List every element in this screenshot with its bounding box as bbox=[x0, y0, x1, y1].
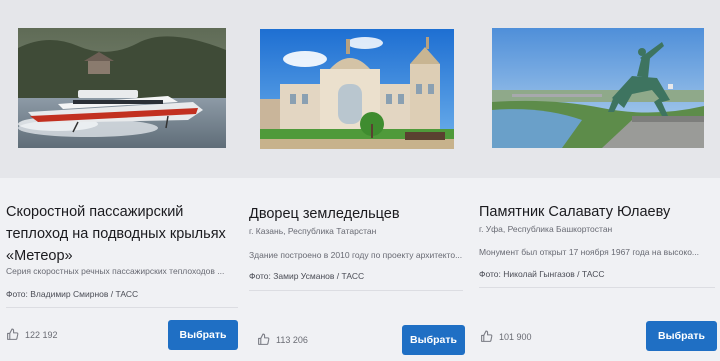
photo-area bbox=[240, 0, 468, 178]
thumbs-up-icon bbox=[257, 333, 270, 346]
select-button[interactable]: Выбрать bbox=[402, 325, 465, 355]
card-description: Монумент был открыт 17 ноября 1967 года … bbox=[479, 247, 699, 257]
likes-counter[interactable]: 122 192 bbox=[6, 328, 58, 341]
card-monument: Памятник Салавату Юлаеву г. Уфа, Республ… bbox=[468, 0, 720, 361]
card-description: Здание построено в 2010 году по проекту … bbox=[249, 250, 463, 260]
photo-palace bbox=[260, 29, 454, 149]
likes-count: 101 900 bbox=[499, 331, 532, 342]
thumbs-up-icon bbox=[480, 330, 493, 343]
photo-credit: Фото: Владимир Смирнов / ТАСС bbox=[6, 289, 139, 299]
card-title: Дворец земледельцев bbox=[249, 206, 400, 222]
photo-credit: Фото: Замир Усманов / ТАСС bbox=[249, 271, 365, 281]
card-meteor: Скоростной пассажирский теплоход на подв… bbox=[0, 0, 240, 361]
card-palace: Дворец земледельцев г. Казань, Республик… bbox=[240, 0, 468, 361]
card-title: Скоростной пассажирский теплоход на подв… bbox=[6, 204, 226, 264]
select-button[interactable]: Выбрать bbox=[646, 321, 717, 351]
photo-credit: Фото: Николай Гынгазов / ТАСС bbox=[479, 269, 605, 279]
card-divider bbox=[479, 287, 715, 288]
card-location: г. Казань, Республика Татарстан bbox=[249, 226, 377, 236]
card-location: г. Уфа, Республика Башкортостан bbox=[479, 224, 613, 234]
likes-counter[interactable]: 101 900 bbox=[480, 330, 532, 343]
thumbs-up-icon bbox=[6, 328, 19, 341]
card-divider bbox=[249, 290, 463, 291]
card-title: Памятник Салавату Юлаеву bbox=[479, 204, 671, 220]
select-button[interactable]: Выбрать bbox=[168, 320, 238, 350]
likes-counter[interactable]: 113 206 bbox=[257, 333, 308, 346]
likes-count: 113 206 bbox=[276, 334, 308, 345]
card-divider bbox=[6, 307, 238, 308]
photo-area bbox=[0, 0, 240, 178]
card-description: Серия скоростных речных пассажирских теп… bbox=[6, 266, 225, 276]
likes-count: 122 192 bbox=[25, 329, 58, 340]
photo-hydrofoil bbox=[18, 28, 226, 148]
photo-area bbox=[468, 0, 720, 178]
photo-monument bbox=[492, 28, 704, 148]
